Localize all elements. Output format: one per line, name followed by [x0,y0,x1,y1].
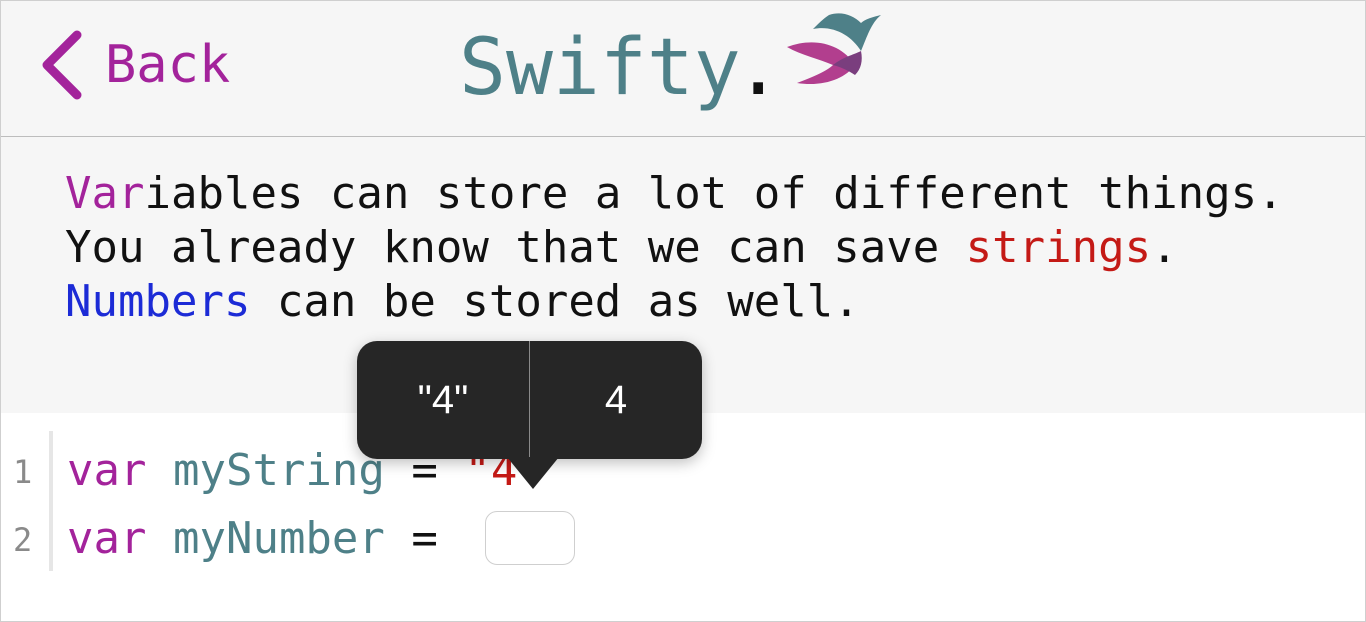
popover-option-number[interactable]: 4 [530,341,702,459]
gutter-divider [49,431,53,571]
code-identifier: myString [172,445,385,496]
keyword-var: Var [65,168,145,219]
logo-dot: . [734,23,782,113]
back-button[interactable]: Back [39,29,230,101]
keyword-strings: strings [965,222,1152,273]
description-line1: iables can store a lot of different thin… [144,168,1284,219]
app-frame: Back Swifty . Variables can store a lot … [0,0,1366,622]
description-line3: can be stored as well. [250,276,860,327]
answer-blank-field[interactable] [485,511,575,565]
logo-text: Swifty [459,23,741,113]
code-line-2: var myNumber = [67,517,438,561]
app-logo: Swifty . [459,7,881,127]
answer-popover: "4" 4 [357,341,702,489]
code-keyword: var [67,445,147,496]
description-line2-suffix: . [1151,222,1178,273]
keyword-numbers: Numbers [65,276,251,327]
code-identifier: myNumber [172,513,385,564]
back-label: Back [105,35,231,95]
code-operator: = [411,513,438,564]
swift-bird-icon [783,7,883,99]
header-bar: Back Swifty . [1,1,1365,137]
popover-arrow [507,457,559,489]
code-keyword: var [67,513,147,564]
description-text: Variables can store a lot of different t… [65,167,1305,329]
popover-option-string[interactable]: "4" [357,341,529,459]
description-line2-prefix: You already know that we can save [65,222,966,273]
line-number-1: 1 [13,453,33,491]
line-number-2: 2 [13,521,33,559]
chevron-left-icon [39,29,85,101]
